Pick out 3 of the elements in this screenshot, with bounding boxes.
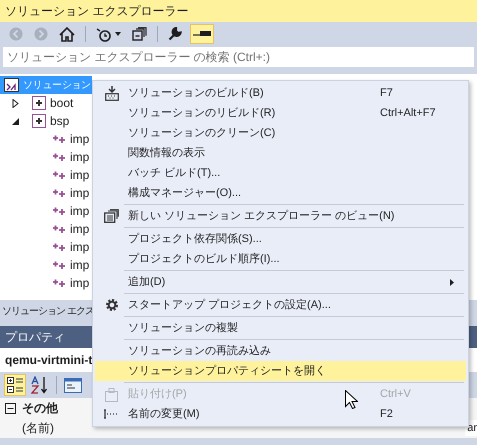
- property-name: (名前): [22, 420, 54, 437]
- category-label: その他: [22, 400, 58, 417]
- panel-title: ソリューション エクスプローラー: [0, 0, 477, 22]
